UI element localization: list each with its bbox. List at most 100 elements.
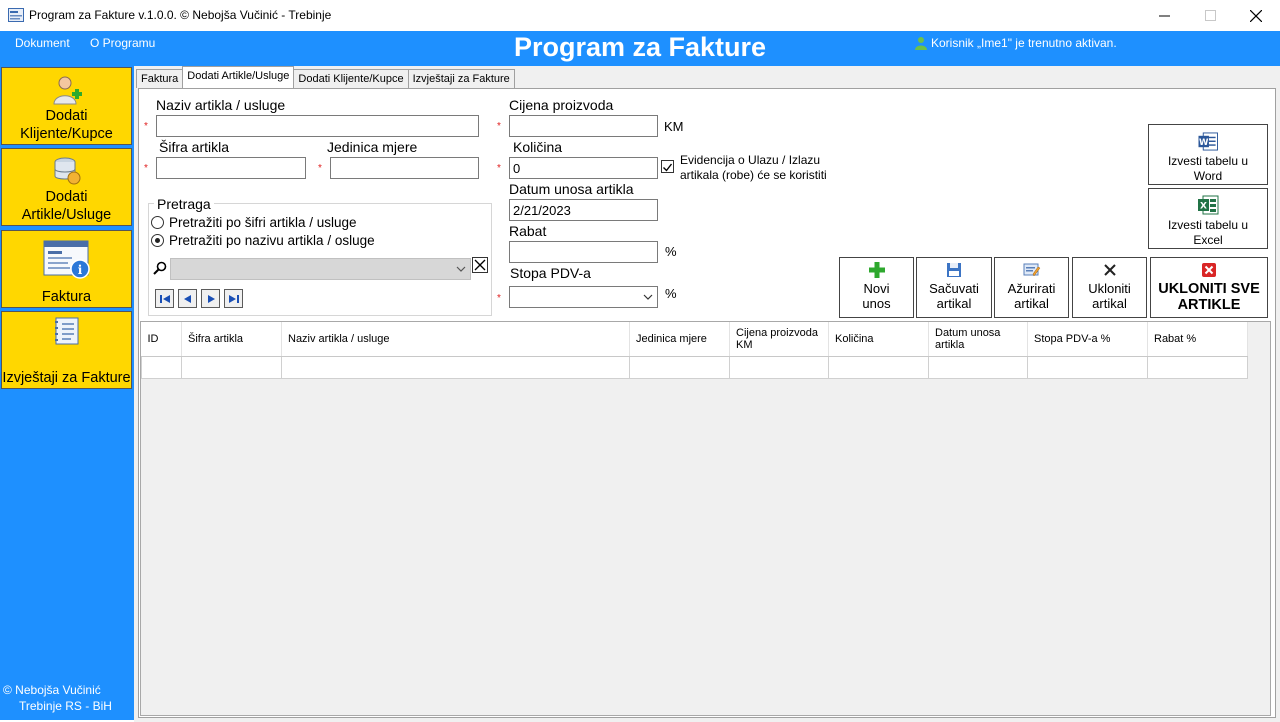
search-icon <box>153 261 167 275</box>
minimize-icon <box>1158 15 1170 17</box>
sidebar-item-label: Dodati Artikle/Usluge <box>21 189 112 223</box>
chevron-down-icon <box>456 266 466 272</box>
tab-faktura[interactable]: Faktura <box>136 69 184 88</box>
svg-text:W: W <box>1199 138 1209 148</box>
column-header-pdv[interactable]: Stopa PDV-a % <box>1027 322 1148 357</box>
delete-all-icon <box>1202 263 1216 277</box>
nav-last-button[interactable] <box>224 289 243 308</box>
column-header-id[interactable]: ID <box>141 322 182 357</box>
excel-icon: X <box>1198 195 1219 215</box>
footer-credit: © Nebojša Vučinić Trebinje RS - BiH <box>3 682 112 714</box>
novi-unos-label-2: unos <box>862 296 891 311</box>
add-icon <box>868 262 885 278</box>
sidebar-item-label: Faktura <box>41 289 92 305</box>
save-icon <box>947 263 961 277</box>
pdv-select[interactable] <box>509 286 658 308</box>
close-icon <box>474 259 486 271</box>
novi-unos-button[interactable]: Novi unos <box>839 257 914 318</box>
export-excel-label: Izvesti tabelu u Excel <box>1167 218 1249 247</box>
next-record-icon <box>207 294 215 303</box>
database-icon <box>54 157 80 185</box>
kolicina-input[interactable]: 0 <box>509 157 658 179</box>
nav-first-button[interactable] <box>155 289 174 308</box>
ukloniti-sve-artikle-button[interactable]: UKLONITI SVE ARTIKLE <box>1150 257 1268 318</box>
jedinica-label: Jedinica mjere <box>327 139 418 155</box>
radio-button[interactable] <box>151 216 164 229</box>
search-combo[interactable] <box>170 258 471 280</box>
sidebar-item-izvjestaji[interactable]: Izvještaji za Fakture <box>1 311 132 389</box>
column-header-kolicina[interactable]: Količina <box>828 322 929 357</box>
table-cell[interactable] <box>928 355 1028 379</box>
ukloniti-artikal-button[interactable]: Ukloniti artikal <box>1072 257 1147 318</box>
table-cell[interactable] <box>1147 355 1248 379</box>
invoice-icon: i <box>43 240 90 279</box>
sifra-input[interactable] <box>156 157 306 179</box>
close-button[interactable] <box>1233 0 1279 31</box>
column-header-sifra[interactable]: Šifra artikla <box>181 322 282 357</box>
rabat-label: Rabat <box>509 223 547 239</box>
table-cell[interactable] <box>141 355 182 379</box>
articles-grid-panel <box>140 321 1271 716</box>
footer-credit-line1: © Nebojša Vučinić <box>3 683 101 697</box>
sidebar-item-label: Dodati Klijente/Kupce <box>20 108 113 142</box>
sidebar-item-faktura[interactable]: i Faktura <box>1 230 132 308</box>
sidebar: Dodati Klijente/Kupce Dodati Artikle/Usl… <box>0 66 134 720</box>
cijena-input[interactable] <box>509 115 658 137</box>
sifra-label: Šifra artikla <box>159 139 230 155</box>
cijena-unit: KM <box>664 119 684 134</box>
radio-search-by-naziv[interactable]: Pretražiti po nazivu artikla / osluge <box>151 233 375 248</box>
export-word-button[interactable]: W Izvesti tabelu u Word <box>1148 124 1268 185</box>
sacuvati-artikal-button[interactable]: Sačuvati artikal <box>916 257 992 318</box>
table-cell[interactable] <box>729 355 829 379</box>
tab-strip: Faktura Dodati Artikle/Usluge Dodati Kli… <box>136 66 515 88</box>
column-header-naziv[interactable]: Naziv artikla / usluge <box>281 322 630 357</box>
tab-dodati-klijente[interactable]: Dodati Klijente/Kupce <box>293 69 409 88</box>
naziv-label: Naziv artikla / usluge <box>156 97 286 113</box>
sidebar-item-dodati-klijente[interactable]: Dodati Klijente/Kupce <box>1 67 132 145</box>
jedinica-input[interactable] <box>330 157 479 179</box>
table-cell[interactable] <box>281 355 630 379</box>
user-icon <box>915 37 927 50</box>
nav-next-button[interactable] <box>201 289 220 308</box>
naziv-input[interactable] <box>156 115 479 137</box>
column-header-rabat[interactable]: Rabat % <box>1147 322 1248 357</box>
user-status-text: Korisnik „Ime1" je trenutno aktivan. <box>931 36 1117 50</box>
table-row[interactable] <box>141 355 1248 379</box>
evidencija-label-line2: artikala (robe) će se koristiti <box>680 168 827 182</box>
previous-record-icon <box>183 294 191 303</box>
column-header-datum[interactable]: Datum unosa artikla <box>928 322 1028 357</box>
radio-search-by-sifra[interactable]: Pretražiti po šifri artikla / usluge <box>151 215 357 230</box>
datum-input[interactable]: 2/21/2023 <box>509 199 658 221</box>
pdv-unit: % <box>665 286 677 301</box>
column-header-jedinica[interactable]: Jedinica mjere <box>629 322 730 357</box>
rabat-input[interactable] <box>509 241 658 263</box>
tab-izvjestaji[interactable]: Izvještaji za Fakture <box>407 69 515 88</box>
naziv-required-mark: * <box>144 121 148 132</box>
chevron-down-icon <box>643 294 653 300</box>
articles-grid[interactable]: ID Šifra artikla Naziv artikla / usluge … <box>141 322 1248 379</box>
rabat-unit: % <box>665 244 677 259</box>
radio-label: Pretražiti po nazivu artikla / osluge <box>169 233 375 248</box>
column-header-cijena[interactable]: Cijena proizvoda KM <box>729 322 829 357</box>
table-cell[interactable] <box>1027 355 1148 379</box>
kolicina-label: Količina <box>513 139 563 155</box>
footer-credit-line2: Trebinje RS - BiH <box>19 699 112 713</box>
sidebar-item-dodati-artikle[interactable]: Dodati Artikle/Usluge <box>1 148 132 226</box>
evidencija-checkbox[interactable] <box>661 160 674 173</box>
minimize-button[interactable] <box>1141 0 1187 31</box>
ukloniti-label-1: Ukloniti <box>1088 281 1131 296</box>
table-cell[interactable] <box>181 355 282 379</box>
table-cell[interactable] <box>828 355 929 379</box>
tab-dodati-artikle[interactable]: Dodati Artikle/Usluge <box>182 66 295 88</box>
evidencija-label-line1: Evidencija o Ulazu / Izlazu <box>680 153 821 167</box>
table-cell[interactable] <box>629 355 730 379</box>
azurirati-artikal-button[interactable]: Ažurirati artikal <box>994 257 1069 318</box>
add-user-icon <box>52 76 82 105</box>
export-excel-button[interactable]: X Izvesti tabelu u Excel <box>1148 188 1268 249</box>
maximize-button[interactable] <box>1187 0 1233 31</box>
nav-prev-button[interactable] <box>178 289 197 308</box>
radio-button[interactable] <box>151 234 164 247</box>
search-group-title: Pretraga <box>154 196 214 212</box>
ukloniti-sve-label-1: UKLONITI SVE <box>1158 281 1260 297</box>
clear-search-button[interactable] <box>472 257 488 273</box>
